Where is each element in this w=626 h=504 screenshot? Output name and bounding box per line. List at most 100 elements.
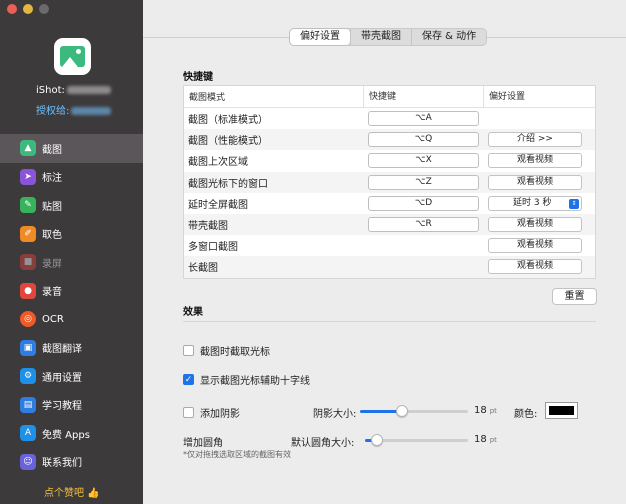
ocr-icon: ◎ (20, 311, 36, 328)
mode-label: 截图（标准模式） (188, 115, 268, 127)
sidebar-item-tutorial[interactable]: ▤ 学习教程 (0, 391, 143, 420)
shortcut-field[interactable]: ⌥X (368, 153, 479, 169)
sidebar-item-label: 通用设置 (42, 372, 82, 384)
corner-label: 增加圆角 (183, 438, 223, 449)
column-header-shortcut: 快捷键 (363, 85, 483, 108)
unit-label: pt (489, 436, 497, 444)
color-swatch (549, 406, 574, 415)
sidebar-item-pin[interactable]: ✎ 贴图 (0, 191, 143, 220)
sidebar-item-settings[interactable]: ⚙ 通用设置 (0, 362, 143, 391)
delay-select[interactable]: 延时 3 秒 ⇕ (488, 195, 582, 211)
table-row: 截图上次区域 ⌥X 观看视频 (184, 150, 595, 171)
pin-icon: ✎ (20, 197, 36, 214)
sidebar-item-label: 免费 Apps (42, 429, 90, 441)
column-header-mode: 截图模式 (189, 93, 226, 103)
shortcut-field[interactable]: ⌥Z (368, 174, 479, 190)
app-logo-icon (54, 38, 91, 75)
sidebar-item-color-picker[interactable]: ✐ 取色 (0, 220, 143, 249)
contact-icon: ☺ (20, 453, 36, 470)
sidebar-item-free-apps[interactable]: A 免费 Apps (0, 419, 143, 448)
settings-icon: ⚙ (20, 368, 36, 385)
shortcut-field[interactable]: ⌥A (368, 111, 479, 127)
shortcut-field[interactable]: ⌥D (368, 195, 479, 211)
checkbox[interactable] (183, 345, 194, 356)
watch-video-button[interactable]: 观看视频 (488, 174, 582, 190)
sidebar-item-ocr[interactable]: ◎ OCR (0, 305, 143, 334)
sidebar-item-label: 贴图 (42, 201, 62, 213)
main-panel: 偏好设置 带壳截图 保存 & 动作 快捷键 截图模式 快捷键 偏好设置 截图（标… (143, 0, 626, 504)
value-text: 18 (474, 434, 487, 445)
microphone-icon: ● (20, 282, 36, 299)
watch-video-button[interactable]: 观看视频 (488, 238, 582, 254)
zoom-button[interactable] (39, 4, 49, 14)
watch-video-button[interactable]: 观看视频 (488, 153, 582, 169)
blurred-licensee (71, 107, 112, 115)
color-picker-icon: ✐ (20, 225, 36, 242)
sidebar: iShot: 授权给: ▲ 截图 ➤ 标注 ✎ 贴图 ✐ 取色 ■ 录屏 ● 录… (0, 0, 143, 504)
mode-label: 长截图 (188, 263, 218, 275)
window-controls (7, 4, 49, 14)
tab-preferences[interactable]: 偏好设置 (290, 29, 350, 45)
corner-size-slider[interactable] (365, 434, 468, 446)
shortcuts-table: 截图模式 快捷键 偏好设置 截图（标准模式） ⌥A 截图（性能模式） ⌥Q 介绍… (183, 85, 596, 279)
table-row: 带壳截图 ⌥R 观看视频 (184, 213, 595, 236)
reset-button[interactable]: 重置 (552, 288, 597, 305)
tab-save-actions[interactable]: 保存 & 动作 (411, 29, 486, 45)
like-link[interactable]: 点个赞吧 👍 (44, 484, 100, 499)
color-label: 颜色: (514, 409, 538, 420)
checkbox-checked[interactable]: ✓ (183, 374, 194, 385)
tab-bar: 偏好设置 带壳截图 保存 & 动作 (289, 28, 488, 46)
tutorial-icon: ▤ (20, 396, 36, 413)
sidebar-item-screenshot[interactable]: ▲ 截图 (0, 134, 143, 163)
shadow-color-well[interactable] (545, 402, 578, 419)
intro-button[interactable]: 介绍 >> (488, 132, 582, 148)
mode-label: 截图光标下的窗口 (188, 178, 268, 190)
sidebar-item-label: 学习教程 (42, 401, 82, 413)
close-button[interactable] (7, 4, 17, 14)
sidebar-item-contact[interactable]: ☺ 联系我们 (0, 448, 143, 477)
table-row: 截图（标准模式） ⌥A (184, 108, 595, 129)
shortcuts-title: 快捷键 (183, 72, 213, 83)
checkbox-label: 截图时截取光标 (200, 347, 270, 358)
unit-label: pt (489, 407, 497, 415)
mode-label: 截图（性能模式） (188, 136, 268, 148)
video-icon: ■ (20, 254, 36, 271)
blurred-username (66, 86, 111, 94)
checkbox-label: 添加阴影 (200, 409, 240, 420)
corner-size-value: 18 pt (474, 434, 497, 445)
sidebar-nav: ▲ 截图 ➤ 标注 ✎ 贴图 ✐ 取色 ■ 录屏 ● 录音 ◎ OCR ▣ 截图 (0, 134, 143, 476)
checkbox[interactable] (183, 407, 194, 418)
corner-size-label: 默认圆角大小: (291, 438, 355, 449)
sidebar-item-annotate[interactable]: ➤ 标注 (0, 163, 143, 192)
chevron-updown-icon: ⇕ (569, 198, 579, 209)
shortcut-field[interactable]: ⌥R (368, 217, 479, 233)
watch-video-button[interactable]: 观看视频 (488, 217, 582, 233)
mode-label: 多窗口截图 (188, 242, 238, 254)
auth-label: 授权给: (36, 106, 70, 117)
sidebar-item-label: 联系我们 (42, 458, 82, 470)
tab-device-frame[interactable]: 带壳截图 (350, 29, 411, 45)
shadow-checkbox[interactable]: 添加阴影 (183, 405, 240, 420)
shadow-size-slider[interactable] (360, 405, 468, 417)
sidebar-item-screen-record[interactable]: ■ 录屏 (0, 248, 143, 277)
minimize-button[interactable] (23, 4, 33, 14)
watch-video-button[interactable]: 观看视频 (488, 259, 582, 275)
sidebar-item-audio-record[interactable]: ● 录音 (0, 277, 143, 306)
shortcut-field[interactable]: ⌥Q (368, 132, 479, 148)
sidebar-item-translate[interactable]: ▣ 截图翻译 (0, 334, 143, 363)
translate-icon: ▣ (20, 339, 36, 356)
slider-knob[interactable] (396, 405, 408, 417)
table-row: 截图光标下的窗口 ⌥Z 观看视频 (184, 171, 595, 193)
sidebar-item-label: 标注 (42, 173, 62, 185)
screenshot-icon: ▲ (20, 140, 36, 157)
sidebar-item-label: 录屏 (42, 258, 62, 270)
sidebar-item-label: 截图 (42, 144, 62, 156)
crosshair-checkbox[interactable]: ✓ 显示截图光标辅助十字线 (183, 372, 310, 387)
delay-select-value: 延时 3 秒 (513, 197, 552, 208)
table-row: 长截图 观看视频 (184, 256, 595, 278)
slider-knob[interactable] (371, 434, 383, 446)
sidebar-item-label: 录音 (42, 287, 62, 299)
shadow-size-label: 阴影大小: (313, 409, 357, 420)
table-header: 截图模式 快捷键 偏好设置 (184, 85, 595, 108)
capture-cursor-checkbox[interactable]: 截图时截取光标 (183, 343, 270, 358)
